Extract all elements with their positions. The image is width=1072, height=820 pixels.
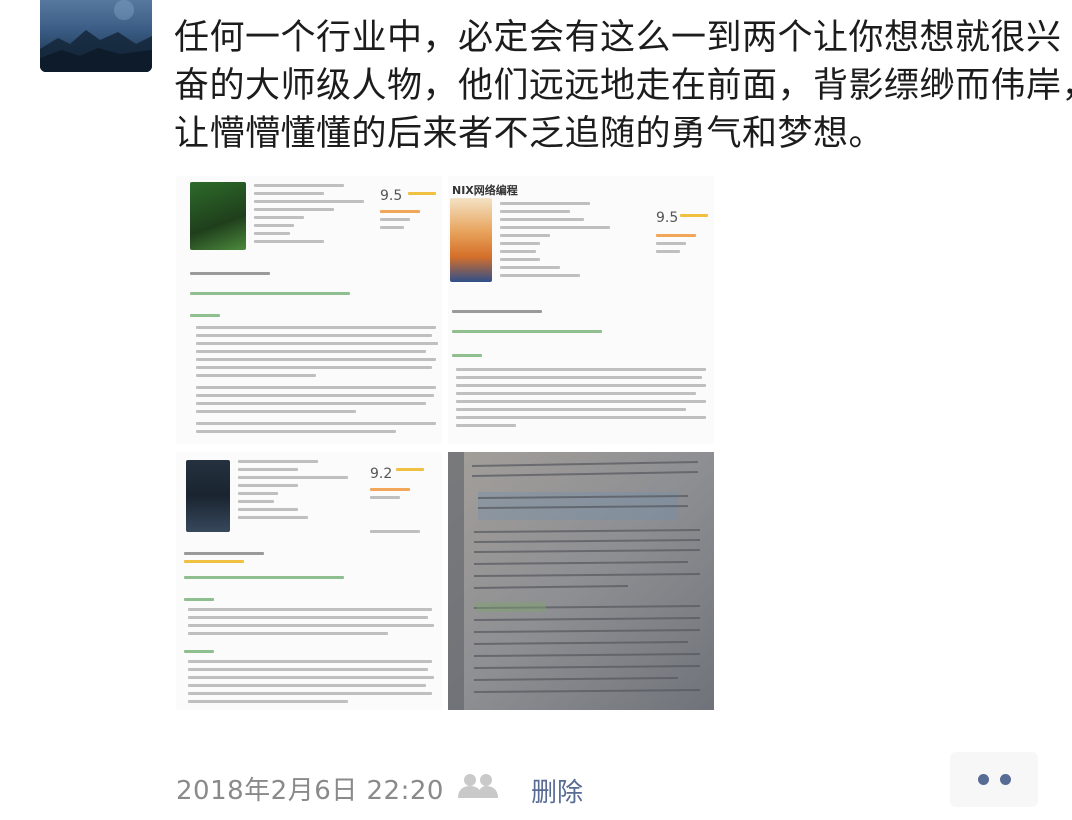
- post-text-line: 让懵懵懂懂的后来者不乏追随的勇气和梦想。: [174, 114, 885, 154]
- book-cover-image: [186, 460, 230, 532]
- avatar-image: [40, 0, 152, 72]
- book-title: NIX网络编程: [452, 184, 518, 197]
- photo-thumbnail-3[interactable]: 9.2: [176, 452, 442, 710]
- post-text-line: 奋的大师级人物，他们远远地走在前面，背影缥缈而伟岸，: [174, 66, 1072, 106]
- book-cover-image: [190, 182, 246, 250]
- post-timestamp: 2018年2月6日 22:20: [176, 776, 444, 806]
- more-dots-icon: [1000, 774, 1011, 785]
- post-text-line: 任何一个行业中，必定会有这么一到两个让你想想就很兴: [174, 18, 1062, 58]
- post-text: 任何一个行业中，必定会有这么一到两个让你想想就很兴 奋的大师级人物，他们远远地走…: [174, 14, 1072, 158]
- more-dots-icon: [978, 774, 989, 785]
- book-score: 9.2: [370, 466, 393, 482]
- book-page-photo: [448, 452, 714, 710]
- book-score: 9.5: [656, 210, 679, 226]
- book-score: 9.5: [380, 188, 403, 204]
- book-cover-image: [450, 198, 492, 282]
- photo-thumbnail-2[interactable]: NIX网络编程 9.5: [448, 176, 714, 444]
- friends-icon[interactable]: [456, 772, 502, 800]
- avatar[interactable]: [40, 0, 152, 72]
- photo-thumbnail-4[interactable]: [448, 452, 714, 710]
- delete-link[interactable]: 删除: [531, 772, 583, 809]
- moment-post: 任何一个行业中，必定会有这么一到两个让你想想就很兴 奋的大师级人物，他们远远地走…: [0, 0, 1072, 820]
- photo-thumbnail-1[interactable]: 9.5: [176, 176, 442, 444]
- more-button[interactable]: [950, 752, 1038, 807]
